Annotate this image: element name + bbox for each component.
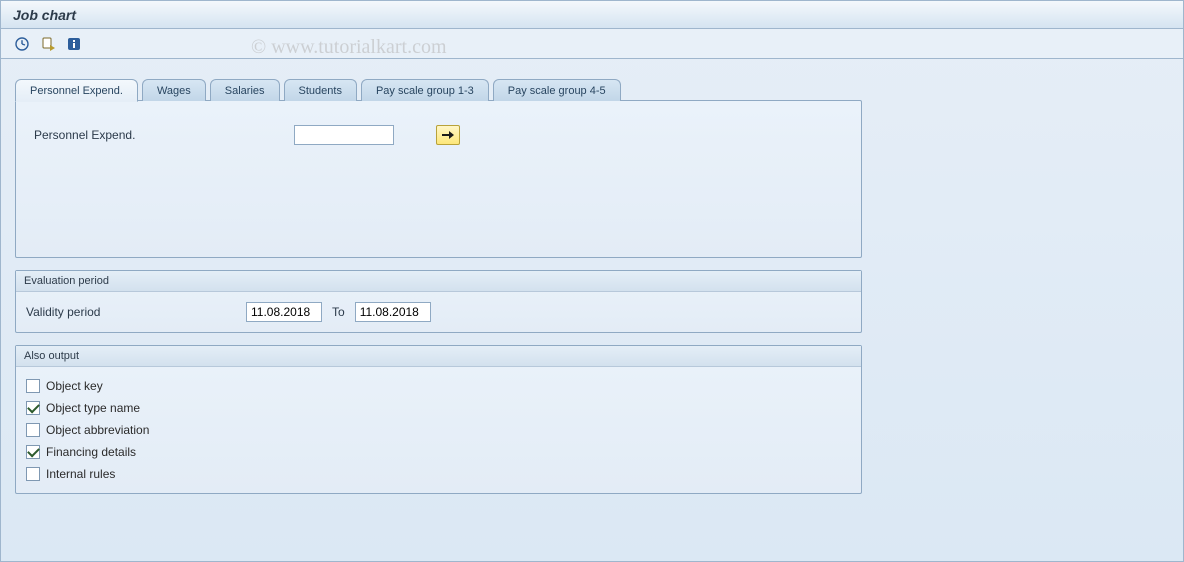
check-object-key[interactable]: Object key [26, 375, 851, 397]
get-variant-button[interactable] [37, 33, 59, 55]
also-output-header: Also output [16, 346, 861, 367]
personnel-expend-row: Personnel Expend. [34, 123, 843, 147]
checkbox-object-type-name[interactable] [26, 401, 40, 415]
checkbox-object-key[interactable] [26, 379, 40, 393]
also-output-panel: Also output Object key Object type name … [15, 345, 862, 494]
tab-salaries[interactable]: Salaries [210, 79, 280, 101]
variant-icon [40, 36, 56, 52]
check-object-type-name[interactable]: Object type name [26, 397, 851, 419]
app-frame: Job chart © www.tutorialkart.com [0, 0, 1184, 562]
checkbox-label: Object abbreviation [46, 423, 149, 437]
tab-label: Pay scale group 4-5 [508, 85, 606, 97]
tab-label: Pay scale group 1-3 [376, 85, 474, 97]
checkbox-label: Object key [46, 379, 103, 393]
execute-button[interactable] [11, 33, 33, 55]
info-icon [66, 36, 82, 52]
multiple-selection-button[interactable] [436, 125, 460, 145]
checkbox-object-abbreviation[interactable] [26, 423, 40, 437]
titlebar: Job chart [1, 1, 1183, 29]
tab-personnel-expend[interactable]: Personnel Expend. [15, 79, 138, 102]
tab-students[interactable]: Students [284, 79, 357, 101]
info-button[interactable] [63, 33, 85, 55]
tab-panel: Personnel Expend. [15, 100, 862, 258]
tabstrip: Personnel Expend. Wages Salaries Student… [15, 77, 1169, 101]
validity-period-row: Validity period To [26, 300, 851, 324]
checkbox-internal-rules[interactable] [26, 467, 40, 481]
personnel-expend-label: Personnel Expend. [34, 128, 294, 142]
check-internal-rules[interactable]: Internal rules [26, 463, 851, 485]
evaluation-period-panel: Evaluation period Validity period To [15, 270, 862, 333]
clock-execute-icon [14, 36, 30, 52]
evaluation-period-header: Evaluation period [16, 271, 861, 292]
tab-label: Students [299, 85, 342, 97]
validity-to-input[interactable] [355, 302, 431, 322]
validity-period-label: Validity period [26, 305, 246, 319]
page-title: Job chart [13, 7, 76, 23]
checkbox-label: Financing details [46, 445, 136, 459]
tab-label: Personnel Expend. [30, 85, 123, 97]
personnel-expend-input[interactable] [294, 125, 394, 145]
check-financing-details[interactable]: Financing details [26, 441, 851, 463]
tab-pay-scale-4-5[interactable]: Pay scale group 4-5 [493, 79, 621, 101]
to-label: To [332, 305, 345, 319]
tab-pay-scale-1-3[interactable]: Pay scale group 1-3 [361, 79, 489, 101]
tab-label: Salaries [225, 85, 265, 97]
tab-label: Wages [157, 85, 191, 97]
also-output-body: Object key Object type name Object abbre… [16, 367, 861, 493]
content-area: Personnel Expend. Wages Salaries Student… [1, 59, 1183, 508]
validity-from-input[interactable] [246, 302, 322, 322]
checkbox-label: Internal rules [46, 467, 115, 481]
toolbar [1, 29, 1183, 59]
check-object-abbreviation[interactable]: Object abbreviation [26, 419, 851, 441]
tab-wages[interactable]: Wages [142, 79, 206, 101]
arrow-right-icon [441, 129, 455, 141]
checkbox-label: Object type name [46, 401, 140, 415]
checkbox-financing-details[interactable] [26, 445, 40, 459]
